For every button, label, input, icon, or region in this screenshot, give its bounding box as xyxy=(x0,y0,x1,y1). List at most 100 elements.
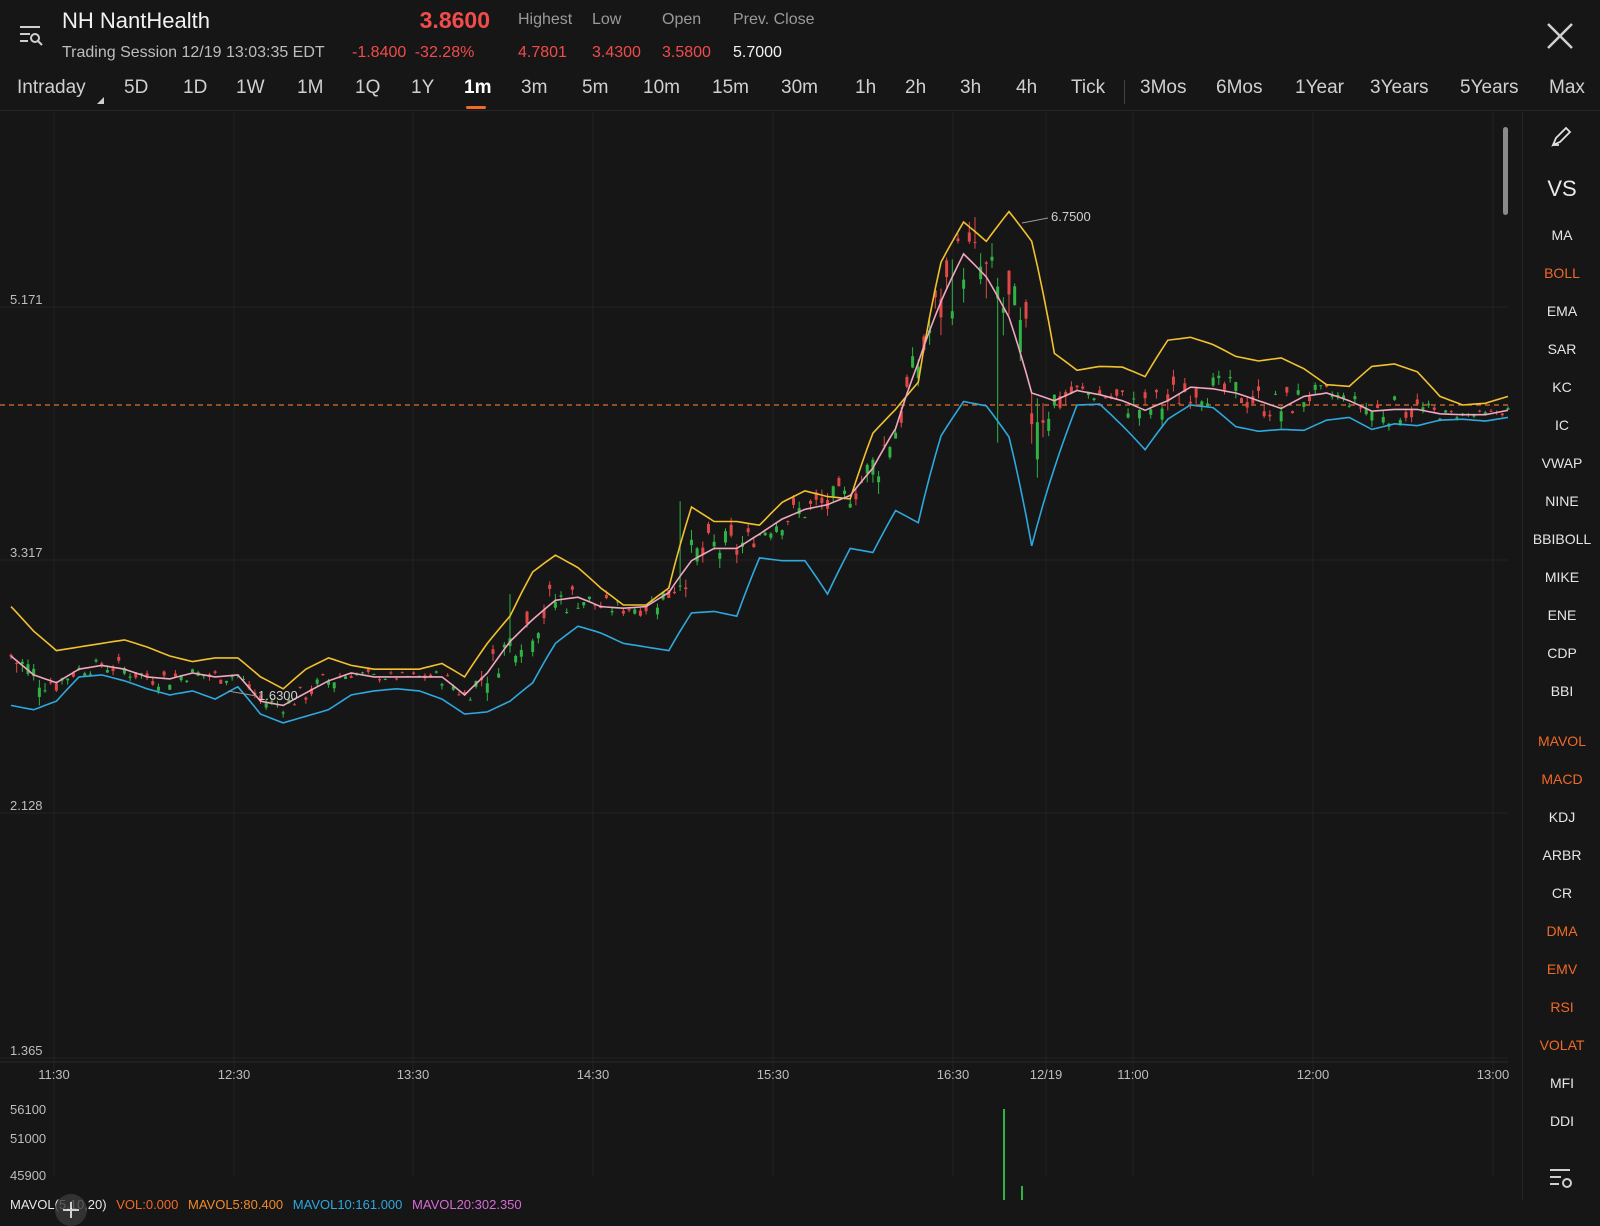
candle-body xyxy=(1393,396,1397,400)
tab-tick[interactable]: Tick xyxy=(1071,77,1105,99)
indicator-mfi[interactable]: MFI xyxy=(1523,1075,1600,1091)
header: NH NantHealth Trading Session 12/19 13:0… xyxy=(0,0,1600,78)
tab-6mos[interactable]: 6Mos xyxy=(1216,77,1262,99)
stat-value-highest: 4.7801 xyxy=(518,44,567,61)
candle-body xyxy=(1376,404,1380,408)
candle-body xyxy=(440,684,444,686)
indicator-ma[interactable]: MA xyxy=(1523,227,1600,243)
crosshair-button[interactable] xyxy=(55,1194,87,1226)
indicator-cr[interactable]: CR xyxy=(1523,885,1600,901)
candle-body xyxy=(1500,413,1504,416)
indicator-dma[interactable]: DMA xyxy=(1523,923,1600,939)
tab-1w[interactable]: 1W xyxy=(236,77,265,99)
indicator-sar[interactable]: SAR xyxy=(1523,341,1600,357)
tab-1year[interactable]: 1Year xyxy=(1295,77,1344,99)
tab-1month[interactable]: 1M xyxy=(297,77,323,99)
menu-search-icon[interactable] xyxy=(18,22,44,48)
candle-body xyxy=(843,490,847,494)
candle-body xyxy=(321,674,325,676)
tab-3years[interactable]: 3Years xyxy=(1370,77,1428,99)
indicator-nine[interactable]: NINE xyxy=(1523,493,1600,509)
candle-body xyxy=(1160,408,1164,420)
indicator-kdj[interactable]: KDJ xyxy=(1523,809,1600,825)
compare-vs-button[interactable]: VS xyxy=(1523,176,1600,202)
candle-body xyxy=(1092,398,1096,400)
indicator-cdp[interactable]: CDP xyxy=(1523,645,1600,661)
candle-body xyxy=(1449,411,1453,413)
indicator-arbr[interactable]: ARBR xyxy=(1523,847,1600,863)
tab-30min[interactable]: 30m xyxy=(781,77,818,99)
candle-body xyxy=(973,241,977,243)
candle-body xyxy=(752,543,756,548)
candle-body xyxy=(230,676,234,678)
active-tab-indicator xyxy=(466,106,486,109)
candle-body xyxy=(128,676,132,678)
candle-body xyxy=(1154,390,1158,393)
volume-tick-label: 45900 xyxy=(10,1168,46,1183)
candle-body xyxy=(877,476,881,483)
indicator-vwap[interactable]: VWAP xyxy=(1523,455,1600,471)
indicator-settings-icon[interactable] xyxy=(1547,1164,1575,1192)
indicator-ic[interactable]: IC xyxy=(1523,417,1600,433)
tab-3min[interactable]: 3m xyxy=(521,77,547,99)
indicator-ddi[interactable]: DDI xyxy=(1523,1113,1600,1129)
indicator-ene[interactable]: ENE xyxy=(1523,607,1600,623)
indicator-bbiboll[interactable]: BBIBOLL xyxy=(1523,531,1600,547)
candle-body xyxy=(729,524,733,536)
candle-body xyxy=(1410,410,1414,418)
candle-body xyxy=(553,601,557,608)
tab-5d[interactable]: 5D xyxy=(124,77,148,99)
indicator-ema[interactable]: EMA xyxy=(1523,303,1600,319)
candle-body xyxy=(1262,411,1266,417)
tab-intraday[interactable]: Intraday xyxy=(17,77,86,99)
price-change: -1.8400 -32.28% xyxy=(352,44,474,62)
close-icon[interactable] xyxy=(1544,20,1576,52)
candle-body xyxy=(820,497,824,504)
tab-1y[interactable]: 1Y xyxy=(411,77,434,99)
tab-10min[interactable]: 10m xyxy=(643,77,680,99)
candle-body xyxy=(156,686,160,691)
candle-body xyxy=(565,611,569,613)
x-tick-label: 14:30 xyxy=(577,1067,610,1082)
indicator-mike[interactable]: MIKE xyxy=(1523,569,1600,585)
indicator-rsi[interactable]: RSI xyxy=(1523,999,1600,1015)
candle-body xyxy=(519,649,523,657)
candle-body xyxy=(587,596,591,600)
candle-body xyxy=(43,690,47,692)
tab-2h[interactable]: 2h xyxy=(905,77,926,99)
pencil-icon[interactable] xyxy=(1550,124,1574,148)
high-marker-line xyxy=(1021,217,1049,224)
indicator-mavol[interactable]: MAVOL xyxy=(1523,733,1600,749)
tab-5min[interactable]: 5m xyxy=(582,77,608,99)
indicator-bbi[interactable]: BBI xyxy=(1523,683,1600,699)
tab-1q[interactable]: 1Q xyxy=(355,77,380,99)
indicator-macd[interactable]: MACD xyxy=(1523,771,1600,787)
tab-max[interactable]: Max xyxy=(1549,77,1585,99)
tab-3mos[interactable]: 3Mos xyxy=(1140,77,1186,99)
candle-body xyxy=(1359,407,1363,409)
tab-15min[interactable]: 15m xyxy=(712,77,749,99)
candle-body xyxy=(37,687,41,697)
candle-body xyxy=(83,673,87,676)
x-tick-label: 12:00 xyxy=(1297,1067,1330,1082)
candle-body xyxy=(967,232,971,242)
candle-body xyxy=(950,311,954,319)
tab-1h[interactable]: 1h xyxy=(855,77,876,99)
tab-4h[interactable]: 4h xyxy=(1016,77,1037,99)
indicator-kc[interactable]: KC xyxy=(1523,379,1600,395)
indicator-boll[interactable]: BOLL xyxy=(1523,265,1600,281)
candle-body xyxy=(485,683,489,693)
indicator-emv[interactable]: EMV xyxy=(1523,961,1600,977)
indicator-volat[interactable]: VOLAT xyxy=(1523,1037,1600,1053)
chart-scrollbar[interactable] xyxy=(1503,127,1508,215)
tab-1min[interactable]: 1m xyxy=(464,77,491,99)
tab-3h[interactable]: 3h xyxy=(960,77,981,99)
tab-5years[interactable]: 5Years xyxy=(1460,77,1518,99)
tab-1d[interactable]: 1D xyxy=(183,77,207,99)
price-chart[interactable]: 5.171 3.317 2.128 1.365 11:30 12:30 13:30 14:3… xyxy=(0,112,1522,1226)
candle-body xyxy=(689,539,693,546)
chart-canvas[interactable]: 5.171 3.317 2.128 1.365 11:30 12:30 13:30 14:3… xyxy=(0,112,1522,1200)
candle-body xyxy=(894,432,898,439)
candle-body xyxy=(349,676,353,678)
candle-body xyxy=(1234,382,1238,391)
